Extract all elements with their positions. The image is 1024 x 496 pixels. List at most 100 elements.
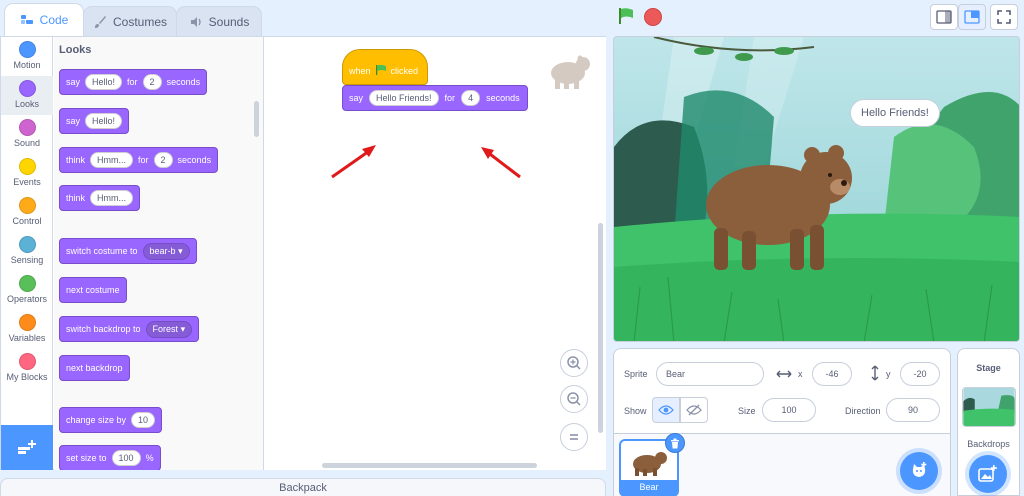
caret-down-icon: ▾ — [178, 245, 183, 256]
block-text: % — [145, 453, 154, 463]
sprite-thumbnail-bear[interactable]: Bear — [619, 433, 685, 496]
sprite-info-panel: Sprite Bear x -46 y -20 Show Size 100 Di… — [613, 348, 951, 496]
palette-scrollbar[interactable] — [254, 101, 259, 137]
change-size-block[interactable]: change size by 10 — [59, 407, 163, 433]
red-arrow-icon — [481, 147, 521, 179]
category-label: Operators — [6, 294, 48, 304]
sprite-name-field[interactable]: Bear — [656, 362, 764, 386]
block-message-input[interactable]: Hmm... — [90, 190, 134, 206]
green-flag-icon — [375, 64, 386, 75]
block-text: for — [138, 155, 149, 165]
normal-stage-button[interactable] — [958, 4, 986, 30]
when-flag-clicked-block[interactable]: when clicked — [342, 49, 428, 85]
block-text: next backdrop — [66, 363, 123, 373]
choose-sprite-button[interactable] — [900, 452, 938, 490]
category-control[interactable]: Control — [1, 193, 53, 232]
code-icon — [20, 15, 33, 24]
sensing-dot-icon — [18, 236, 36, 253]
add-extension-button[interactable] — [1, 425, 53, 470]
code-panel: Motion Looks Sound Events Control Sensin… — [0, 36, 606, 470]
tab-costumes[interactable]: Costumes — [83, 6, 177, 36]
workspace-horizontal-scrollbar[interactable] — [322, 463, 537, 468]
backdrop-dropdown[interactable]: Forest ▾ — [145, 320, 193, 338]
image-add-icon — [978, 465, 997, 482]
backpack-bar[interactable]: Backpack — [0, 478, 606, 496]
caret-down-icon: ▾ — [180, 323, 186, 334]
dropdown-value: Forest — [152, 323, 179, 334]
category-events[interactable]: Events — [1, 154, 53, 193]
block-text: think — [66, 193, 86, 203]
add-extension-icon — [18, 439, 36, 454]
size-change-input[interactable]: 10 — [131, 412, 156, 428]
fullscreen-button[interactable] — [990, 4, 1018, 30]
category-looks[interactable]: Looks — [1, 76, 53, 115]
stage-thumbnail[interactable] — [962, 387, 1016, 427]
eye-icon — [658, 405, 674, 415]
eye-hidden-icon — [686, 404, 702, 416]
x-position-field[interactable]: -46 — [812, 362, 852, 386]
costume-dropdown[interactable]: bear-b ▾ — [142, 242, 190, 260]
stage-canvas[interactable]: Hello Friends! — [613, 36, 1020, 342]
block-text: think — [66, 155, 86, 165]
size-input[interactable]: 100 — [111, 450, 141, 466]
cat-add-icon — [912, 462, 927, 477]
control-dot-icon — [18, 197, 36, 214]
block-text: for — [127, 77, 138, 87]
block-message-input[interactable]: Hello! — [85, 113, 123, 129]
set-size-block[interactable]: set size to 100 % — [59, 445, 161, 470]
block-text: switch costume to — [66, 246, 138, 256]
tab-code-label: Code — [39, 13, 69, 27]
category-label: Control — [12, 216, 42, 226]
sprite-list: Bear — [614, 433, 950, 496]
show-label: Show — [624, 406, 647, 416]
block-seconds-input[interactable]: 2 — [142, 74, 162, 90]
delete-sprite-button[interactable] — [665, 433, 685, 453]
think-block[interactable]: think Hmm... — [59, 185, 141, 211]
block-message-input[interactable]: Hmm... — [90, 152, 134, 168]
choose-backdrop-button[interactable] — [969, 455, 1007, 493]
next-backdrop-block[interactable]: next backdrop — [59, 355, 130, 381]
block-text: say — [66, 116, 81, 126]
show-sprite-button[interactable] — [652, 397, 680, 423]
bear-sprite[interactable] — [698, 133, 858, 273]
small-stage-icon — [936, 10, 952, 24]
operators-dot-icon — [18, 275, 36, 292]
zoom-in-button[interactable] — [560, 349, 588, 377]
category-motion[interactable]: Motion — [1, 37, 53, 76]
tab-sounds[interactable]: Sounds — [176, 6, 262, 36]
switch-costume-block[interactable]: switch costume to bear-b ▾ — [59, 238, 197, 264]
block-message-input[interactable]: Hello! — [85, 74, 123, 90]
block-seconds-input[interactable]: 2 — [153, 152, 173, 168]
editor-tabs: Code Costumes Sounds — [0, 0, 262, 36]
next-costume-block[interactable]: next costume — [59, 277, 127, 303]
x-arrows-icon — [776, 370, 792, 378]
trash-icon — [671, 438, 679, 448]
category-my-blocks[interactable]: My Blocks — [1, 349, 53, 388]
zoom-reset-button[interactable] — [560, 423, 588, 451]
say-for-seconds-block[interactable]: say Hello! for 2 seconds — [59, 69, 208, 95]
category-variables[interactable]: Variables — [1, 310, 53, 349]
switch-backdrop-block[interactable]: switch backdrop to Forest ▾ — [59, 316, 200, 342]
palette-title: Looks — [59, 44, 92, 56]
category-sound[interactable]: Sound — [1, 115, 53, 154]
zoom-out-button[interactable] — [560, 385, 588, 413]
tab-code[interactable]: Code — [4, 3, 84, 36]
direction-field[interactable]: 90 — [886, 398, 940, 422]
small-stage-button[interactable] — [930, 4, 958, 30]
green-flag-button[interactable] — [616, 6, 636, 26]
normal-stage-icon — [964, 10, 980, 24]
size-field[interactable]: 100 — [762, 398, 816, 422]
category-sensing[interactable]: Sensing — [1, 232, 53, 271]
stop-button[interactable] — [644, 8, 662, 26]
think-for-seconds-block[interactable]: think Hmm... for 2 seconds — [59, 147, 219, 173]
hide-sprite-button[interactable] — [680, 397, 708, 423]
category-label: Sound — [13, 138, 41, 148]
block-text: say — [349, 93, 364, 103]
script-workspace[interactable]: when clicked say Hello Friends! for 4 se… — [264, 37, 606, 470]
say-block[interactable]: say Hello! — [59, 108, 130, 134]
y-position-field[interactable]: -20 — [900, 362, 940, 386]
category-operators[interactable]: Operators — [1, 271, 53, 310]
annotation-arrows — [331, 145, 521, 179]
stage-target-panel[interactable]: Stage Backdrops — [957, 348, 1020, 496]
workspace-vertical-scrollbar[interactable] — [598, 223, 603, 433]
